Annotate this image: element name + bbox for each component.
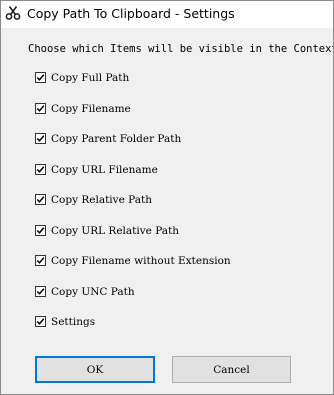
option-copy-relative-path[interactable]: Copy Relative Path — [35, 192, 152, 207]
checkbox[interactable] — [35, 133, 46, 144]
option-copy-filename[interactable]: Copy Filename — [35, 101, 131, 116]
option-label: Copy Relative Path — [51, 193, 152, 206]
checkbox[interactable] — [35, 103, 46, 114]
checkbox[interactable] — [35, 225, 46, 236]
option-label: Copy URL Relative Path — [51, 224, 180, 237]
option-label: Settings — [51, 315, 96, 328]
option-label: Copy Filename without Extension — [51, 254, 231, 267]
option-copy-parent-folder-path[interactable]: Copy Parent Folder Path — [35, 131, 181, 146]
option-label: Copy Parent Folder Path — [51, 132, 182, 145]
option-copy-url-relative-path[interactable]: Copy URL Relative Path — [35, 223, 179, 238]
option-label: Copy Full Path — [51, 71, 130, 84]
option-copy-full-path[interactable]: Copy Full Path — [35, 70, 129, 85]
title-bar[interactable]: Copy Path To Clipboard - Settings — [1, 1, 333, 28]
option-copy-unc-path[interactable]: Copy UNC Path — [35, 284, 135, 299]
option-copy-filename-without-extension[interactable]: Copy Filename without Extension — [35, 253, 231, 268]
checkbox[interactable] — [35, 286, 46, 297]
instructions-text: Choose which Items will be visible in th… — [28, 43, 334, 55]
checkbox[interactable] — [35, 194, 46, 205]
ok-button[interactable]: OK — [35, 356, 155, 383]
scissors-icon — [5, 5, 21, 21]
option-label: Copy Filename — [51, 102, 131, 115]
cancel-button[interactable]: Cancel — [172, 356, 291, 383]
checkbox[interactable] — [35, 255, 46, 266]
checkbox[interactable] — [35, 316, 46, 327]
checkbox[interactable] — [35, 72, 46, 83]
window-title: Copy Path To Clipboard - Settings — [27, 6, 235, 21]
checkbox[interactable] — [35, 164, 46, 175]
settings-dialog: Copy Path To Clipboard - Settings Choose… — [0, 0, 334, 395]
option-label: Copy UNC Path — [51, 285, 135, 298]
option-copy-url-filename[interactable]: Copy URL Filename — [35, 162, 158, 177]
option-label: Copy URL Filename — [51, 163, 158, 176]
option-settings[interactable]: Settings — [35, 314, 95, 329]
